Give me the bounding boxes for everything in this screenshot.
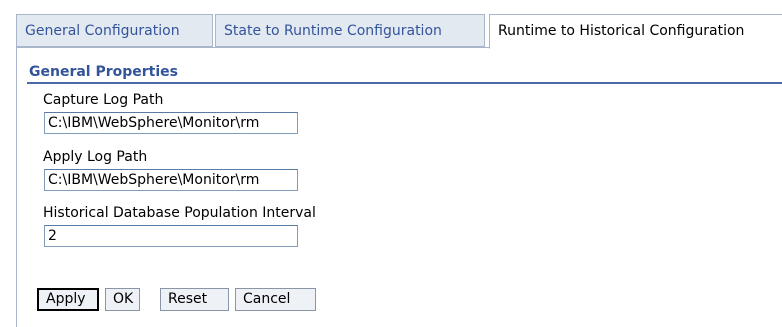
tab-state-to-runtime-configuration[interactable]: State to Runtime Configuration (215, 14, 485, 47)
tab-general-configuration[interactable]: General Configuration (16, 14, 213, 47)
cancel-button[interactable]: Cancel (235, 288, 316, 311)
reset-button[interactable]: Reset (160, 288, 229, 311)
section-divider (27, 82, 782, 84)
population-interval-input[interactable] (44, 225, 298, 247)
apply-log-path-input[interactable] (44, 169, 298, 191)
apply-log-path-label: Apply Log Path (43, 149, 148, 165)
ok-button[interactable]: OK (105, 288, 140, 311)
tab-content: General Properties Capture Log Path Appl… (16, 48, 782, 327)
capture-log-path-label: Capture Log Path (43, 92, 164, 108)
tab-runtime-to-historical-configuration[interactable]: Runtime to Historical Configuration (489, 14, 782, 49)
tab-bar: General Configuration State to Runtime C… (16, 14, 782, 49)
capture-log-path-input[interactable] (44, 112, 298, 134)
section-title: General Properties (29, 64, 178, 80)
configuration-panel: General Configuration State to Runtime C… (0, 0, 782, 327)
apply-button[interactable]: Apply (37, 288, 99, 311)
population-interval-label: Historical Database Population Interval (43, 205, 316, 221)
